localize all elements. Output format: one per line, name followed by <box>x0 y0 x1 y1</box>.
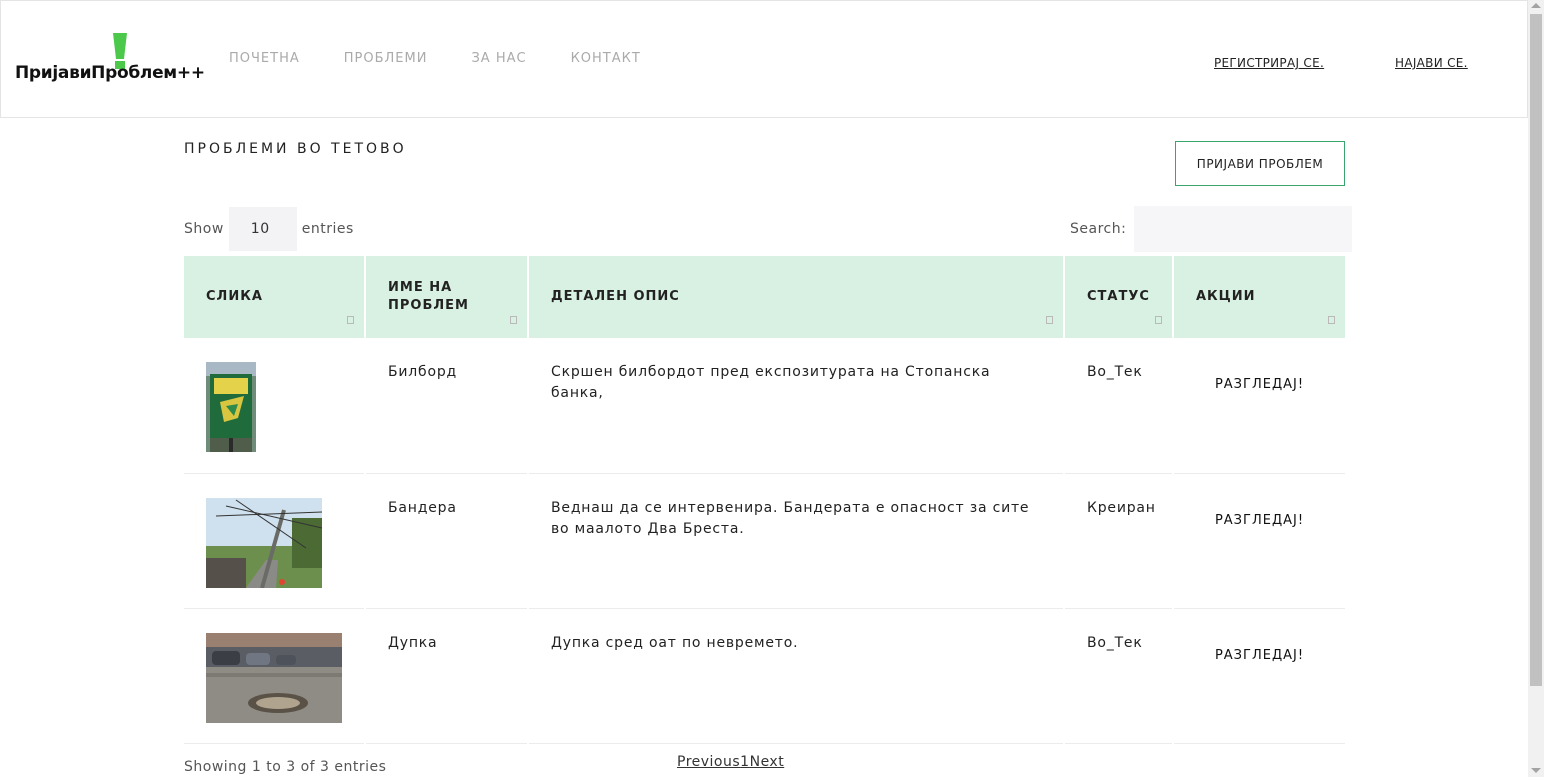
column-header-label: ИМЕ НА ПРОБЛЕМ <box>388 280 469 313</box>
sort-icon <box>1155 316 1162 324</box>
entries-select[interactable]: 10 <box>228 207 297 251</box>
column-header-label: СЛИКА <box>206 289 263 304</box>
page-title: ПРОБЛЕМИ ВО ТЕТОВО <box>184 141 407 157</box>
show-label: Show <box>184 221 224 237</box>
search-label: Search: <box>1070 221 1127 237</box>
table-row: Билборд Скршен билбордот пред експозитур… <box>184 338 1345 474</box>
search-input[interactable] <box>1134 206 1353 252</box>
entries-length-control: Show 10 entries <box>184 207 354 251</box>
column-header-status[interactable]: СТАТУС <box>1064 256 1174 338</box>
pagination-page[interactable]: 1 <box>740 754 749 770</box>
sort-icon <box>1328 316 1335 324</box>
column-header-description[interactable]: ДЕТАЛЕН ОПИС <box>528 256 1065 338</box>
table-row: Дупка Дупка сред оат по невремето. Во_Те… <box>184 608 1345 744</box>
entries-label: entries <box>301 221 354 237</box>
problem-name: Дупка <box>365 608 529 744</box>
actions-cell: РАЗГЛЕДАЈ! <box>1173 338 1345 474</box>
problem-status: Креиран <box>1064 473 1174 609</box>
actions-cell: РАЗГЛЕДАЈ! <box>1173 608 1345 744</box>
table-header-row: СЛИКА ИМЕ НА ПРОБЛЕМ ДЕТАЛЕН ОПИС СТАТУС… <box>184 256 1345 338</box>
problem-description: Веднаш да се интервенира. Бандерата е оп… <box>528 473 1065 609</box>
pothole-photo <box>206 632 342 723</box>
view-problem-button[interactable]: РАЗГЛЕДАЈ! <box>1196 374 1323 395</box>
problems-table: СЛИКА ИМЕ НА ПРОБЛЕМ ДЕТАЛЕН ОПИС СТАТУС… <box>184 256 1345 744</box>
pagination-previous[interactable]: Previous <box>677 754 740 770</box>
sort-icon <box>510 316 517 324</box>
problem-status: Во_Тек <box>1064 338 1174 474</box>
image-cell <box>184 338 366 474</box>
table-info: Showing 1 to 3 of 3 entries <box>184 759 387 775</box>
register-link[interactable]: РЕГИСТРИРАЈ СЕ. <box>1214 56 1324 70</box>
register-link-wrap: РЕГИСТРИРАЈ СЕ. <box>1214 52 1324 71</box>
site-logo[interactable]: ПријавиПроблем++ <box>15 31 205 91</box>
scroll-up-arrow-icon[interactable] <box>1531 3 1541 8</box>
problem-name: Бандера <box>365 473 529 609</box>
column-header-label: СТАТУС <box>1087 289 1150 304</box>
problem-description: Скршен билбордот пред експозитурата на С… <box>528 338 1065 474</box>
nav-item-problems[interactable]: ПРОБЛЕМИ <box>344 51 428 66</box>
problem-name: Билборд <box>365 338 529 474</box>
sort-icon <box>347 316 354 324</box>
sort-icon <box>1046 316 1053 324</box>
column-header-label: АКЦИИ <box>1196 289 1256 304</box>
column-header-name[interactable]: ИМЕ НА ПРОБЛЕМ <box>365 256 529 338</box>
column-header-image[interactable]: СЛИКА <box>184 256 366 338</box>
column-header-label: ДЕТАЛЕН ОПИС <box>551 289 680 304</box>
problem-description: Дупка сред оат по невремето. <box>528 608 1065 744</box>
scroll-down-arrow-icon[interactable] <box>1531 768 1541 773</box>
report-problem-button[interactable]: ПРИЈАВИ ПРОБЛЕМ <box>1175 141 1345 186</box>
scrollbar-thumb[interactable] <box>1530 14 1542 686</box>
nav-item-contact[interactable]: КОНТАКТ <box>571 51 641 66</box>
login-link-wrap: НАЈАВИ СЕ. <box>1395 52 1468 71</box>
nav-item-about[interactable]: ЗА НАС <box>471 51 526 66</box>
view-problem-button[interactable]: РАЗГЛЕДАЈ! <box>1196 510 1323 531</box>
utility-pole-photo <box>206 497 322 588</box>
main-nav: ПОЧЕТНА ПРОБЛЕМИ ЗА НАС КОНТАКТ <box>229 51 685 66</box>
pagination: Previous1Next <box>677 754 784 770</box>
view-problem-button[interactable]: РАЗГЛЕДАЈ! <box>1196 645 1323 666</box>
nav-item-home[interactable]: ПОЧЕТНА <box>229 51 300 66</box>
site-header: ПријавиПроблем++ ПОЧЕТНА ПРОБЛЕМИ ЗА НАС… <box>0 0 1528 118</box>
pagination-next[interactable]: Next <box>750 754 785 770</box>
image-cell <box>184 473 366 609</box>
column-header-actions[interactable]: АКЦИИ <box>1173 256 1345 338</box>
login-link[interactable]: НАЈАВИ СЕ. <box>1395 56 1468 70</box>
table-row: Бандера Веднаш да се интервенира. Бандер… <box>184 473 1345 609</box>
logo-text: ПријавиПроблем++ <box>15 63 205 83</box>
actions-cell: РАЗГЛЕДАЈ! <box>1173 473 1345 609</box>
table-search: Search: <box>1070 206 1353 252</box>
billboard-photo <box>206 362 256 452</box>
problem-status: Во_Тек <box>1064 608 1174 744</box>
image-cell <box>184 608 366 744</box>
page-scrollbar[interactable] <box>1528 0 1544 777</box>
